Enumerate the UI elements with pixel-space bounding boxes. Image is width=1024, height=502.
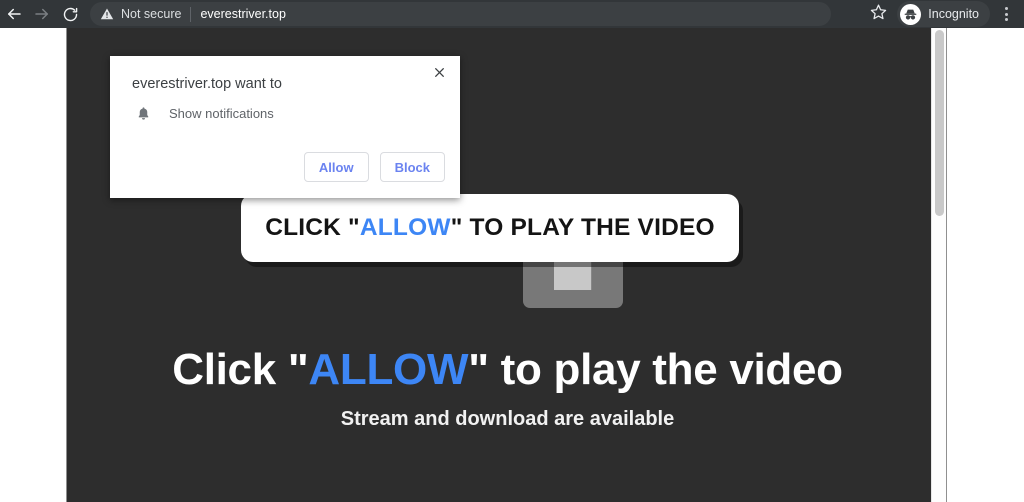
close-button[interactable] [428, 64, 450, 86]
callout-text-after: " TO PLAY THE VIDEO [450, 214, 715, 241]
browser-toolbar: Not secure everestriver.top Incognito [0, 0, 1024, 28]
close-icon [433, 66, 446, 84]
reload-button[interactable] [56, 0, 84, 28]
headline-highlight: ALLOW [308, 345, 469, 394]
page-viewport: Click "ALLOW" to play the video Stream a… [0, 28, 1024, 502]
profile-chip[interactable]: Incognito [897, 1, 990, 27]
headline-after: " to play the video [468, 345, 843, 394]
profile-label: Incognito [928, 7, 979, 21]
dialog-actions: Allow Block [303, 152, 445, 182]
allow-button[interactable]: Allow [303, 152, 369, 182]
bookmark-button[interactable] [863, 0, 893, 28]
menu-dot [1004, 7, 1008, 10]
browser-window: Not secure everestriver.top Incognito Cl… [0, 0, 1024, 502]
permission-label: Show notifications [169, 106, 274, 121]
callout-highlight: ALLOW [359, 214, 451, 241]
back-button[interactable] [0, 0, 28, 28]
page-headline: Click "ALLOW" to play the video [67, 345, 948, 395]
allow-callout-banner: CLICK "ALLOW" TO PLAY THE VIDEO [241, 194, 739, 262]
page-subheadline: Stream and download are available [340, 408, 675, 430]
forward-button[interactable] [28, 0, 56, 28]
security-status-label: Not secure [121, 7, 182, 21]
warning-triangle-icon[interactable] [100, 7, 114, 21]
bell-icon [132, 105, 154, 122]
star-icon [870, 3, 887, 25]
callout-text: CLICK "ALLOW" TO PLAY THE VIDEO [265, 214, 715, 242]
reload-icon [62, 6, 79, 23]
menu-dot [1004, 18, 1008, 21]
arrow-left-icon [5, 5, 23, 23]
arrow-right-icon [33, 5, 51, 23]
incognito-icon [900, 3, 922, 25]
menu-dot [1004, 12, 1008, 16]
address-bar[interactable]: Not secure everestriver.top [90, 2, 831, 26]
callout-text-before: CLICK " [265, 214, 360, 241]
scrollbar-thumb[interactable] [935, 30, 944, 216]
headline-before: Click " [172, 345, 309, 394]
dialog-title: everestriver.top want to [132, 76, 282, 92]
omnibox-divider [190, 6, 192, 22]
notification-permission-dialog: everestriver.top want to Show notificati… [110, 56, 460, 198]
permission-row: Show notifications [132, 105, 274, 122]
kebab-menu-icon[interactable] [992, 0, 1020, 28]
url-text: everestriver.top [200, 7, 286, 21]
toolbar-actions: Incognito [863, 0, 1024, 28]
vertical-scrollbar[interactable] [931, 28, 946, 502]
block-button[interactable]: Block [379, 152, 445, 182]
